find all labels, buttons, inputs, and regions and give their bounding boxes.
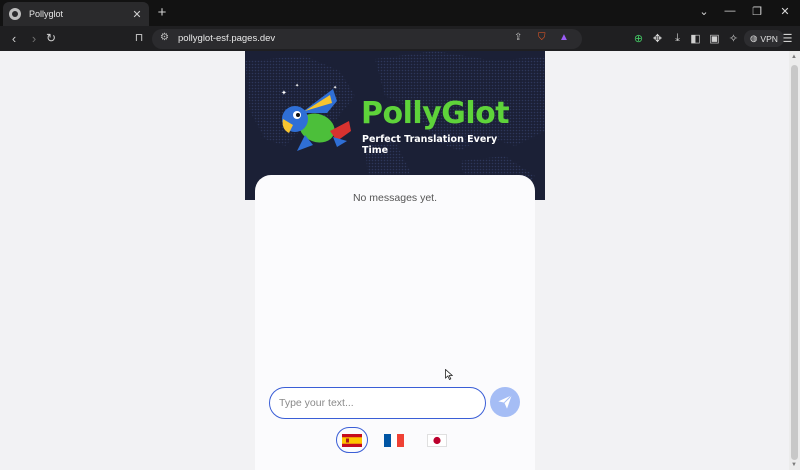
empty-messages-text: No messages yet. xyxy=(352,192,438,204)
page-scrollbar[interactable]: ▲ ▼ xyxy=(789,51,800,470)
sidebar-icon[interactable]: ◧ xyxy=(689,32,702,45)
share-icon[interactable]: ⇪ xyxy=(514,32,522,43)
download-icon[interactable]: ⤓ xyxy=(671,32,684,45)
japan-flag-icon xyxy=(427,433,447,447)
window-close-icon[interactable]: ✕ xyxy=(778,5,792,18)
back-icon[interactable]: ‹ xyxy=(7,31,21,46)
vpn-globe-icon: ◍ xyxy=(750,33,758,43)
language-option-japanese[interactable] xyxy=(421,427,453,453)
extension-plus-icon[interactable]: ⊕ xyxy=(632,32,645,45)
reload-icon[interactable]: ↻ xyxy=(44,31,58,45)
tab-search-chevron-icon[interactable]: ⌄ xyxy=(697,5,711,18)
brand-title: PollyGlot xyxy=(361,96,510,131)
vpn-label: VPN xyxy=(760,33,778,44)
chat-card: No messages yet. xyxy=(255,175,535,470)
address-bar[interactable]: ⚙ pollyglot-esf.pages.dev ⇪ ⛉ ▲ xyxy=(152,29,582,49)
spain-flag-icon xyxy=(342,433,362,447)
language-option-french[interactable] xyxy=(378,427,410,453)
new-tab-button[interactable]: + xyxy=(154,4,170,21)
browser-tab[interactable]: Pollyglot ✕ xyxy=(3,2,149,26)
tab-title: Pollyglot xyxy=(29,9,64,19)
send-button[interactable] xyxy=(490,387,520,417)
leo-ai-icon[interactable]: ✧ xyxy=(727,32,740,45)
message-input[interactable] xyxy=(270,388,485,418)
logo: ✦ ✦ ✦ PollyGlot Perfect Translation Ever… xyxy=(275,83,515,163)
language-option-spanish[interactable] xyxy=(336,427,368,453)
minimize-icon[interactable]: — xyxy=(723,5,737,17)
url-text: pollyglot-esf.pages.dev xyxy=(178,33,276,44)
scroll-up-arrow-icon[interactable]: ▲ xyxy=(791,54,797,60)
forward-icon[interactable]: › xyxy=(27,31,41,46)
svg-text:✦: ✦ xyxy=(281,89,287,97)
scroll-thumb[interactable] xyxy=(791,65,798,460)
brave-shield-icon[interactable]: ⛉ xyxy=(538,32,546,43)
brand-tagline: Perfect Translation Every Time xyxy=(362,134,498,156)
paper-plane-icon xyxy=(498,394,513,409)
browser-toolbar: ‹ › ↻ ⊓ ⚙ pollyglot-esf.pages.dev ⇪ ⛉ ▲ … xyxy=(0,26,800,51)
svg-text:✦: ✦ xyxy=(295,83,299,89)
scroll-down-arrow-icon[interactable]: ▼ xyxy=(791,462,797,468)
restore-icon[interactable]: ❐ xyxy=(750,5,764,18)
bookmark-icon[interactable]: ⊓ xyxy=(132,31,146,44)
brave-rewards-icon[interactable]: ▲ xyxy=(559,32,569,43)
menu-icon[interactable]: ☰ xyxy=(781,32,794,45)
parrot-logo-icon: ✦ ✦ ✦ xyxy=(281,83,351,151)
extensions-puzzle-icon[interactable]: ✥ xyxy=(651,32,664,45)
browser-tab-bar: Pollyglot ✕ + ⌄ — ❐ ✕ xyxy=(0,0,800,26)
globe-icon xyxy=(9,8,21,20)
site-settings-icon[interactable]: ⚙ xyxy=(160,32,169,43)
wallet-icon[interactable]: ▣ xyxy=(708,32,721,45)
vpn-button[interactable]: ◍ VPN xyxy=(744,30,784,47)
page-viewport: ✦ ✦ ✦ PollyGlot Perfect Translation Ever… xyxy=(0,51,789,470)
svg-text:✦: ✦ xyxy=(333,85,337,91)
close-tab-icon[interactable]: ✕ xyxy=(131,8,143,21)
france-flag-icon xyxy=(384,433,404,447)
message-input-wrapper xyxy=(269,387,486,419)
mouse-cursor-icon xyxy=(445,369,453,380)
